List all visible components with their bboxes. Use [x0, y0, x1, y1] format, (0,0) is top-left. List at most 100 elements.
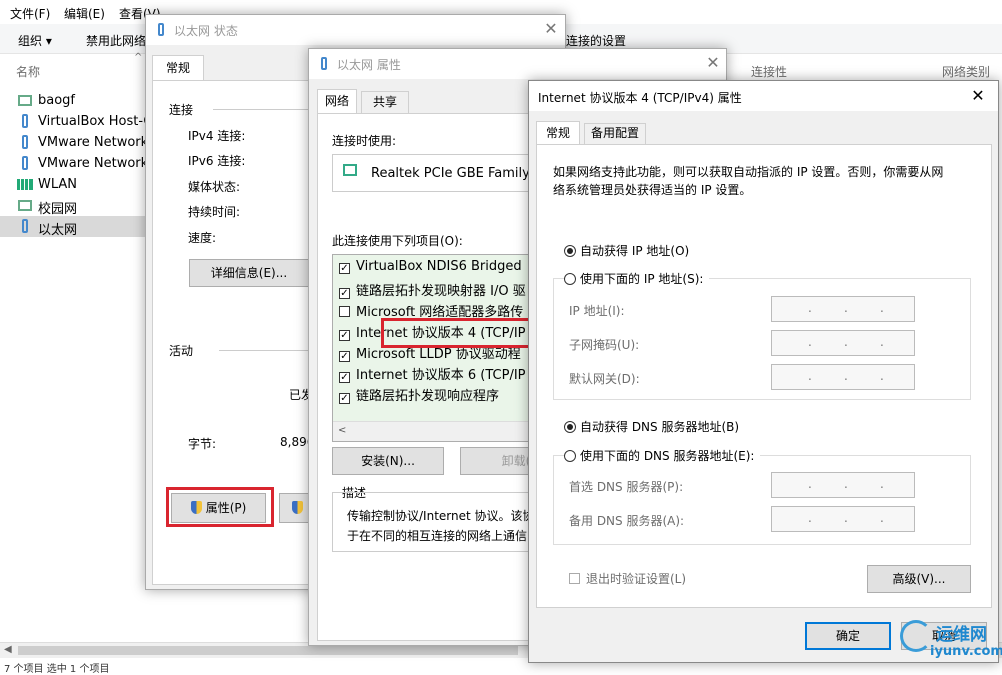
manual-dns-label: 使用下面的 DNS 服务器地址(E):	[580, 449, 755, 463]
auto-dns-label: 自动获得 DNS 服务器地址(B)	[580, 420, 740, 434]
checkbox-icon[interactable]: ✓	[339, 263, 350, 274]
list-item[interactable]: VirtualBox Host-Or	[0, 111, 159, 132]
auto-ip-label: 自动获得 IP 地址(O)	[580, 244, 690, 258]
ethernet-icon	[22, 219, 28, 233]
radio-icon[interactable]	[564, 273, 576, 285]
manual-dns-radio[interactable]: 使用下面的 DNS 服务器地址(E):	[564, 447, 761, 464]
ok-button[interactable]: 确定	[805, 622, 891, 650]
description-line: 于在不同的相互连接的网络上通信	[347, 529, 528, 543]
highlight-ipv4	[381, 318, 541, 348]
preferred-dns-field[interactable]: ...	[771, 472, 915, 498]
menu-file[interactable]: 文件(F)	[10, 5, 50, 22]
connect-using-label: 连接时使用:	[332, 134, 397, 148]
tab-general[interactable]: 常规	[536, 121, 580, 145]
list-item-selected[interactable]: 以太网	[0, 216, 150, 238]
ipv4-titlebar: Internet 协议版本 4 (TCP/IPv4) 属性 ✕	[529, 81, 998, 111]
scroll-left-icon[interactable]: ◀	[4, 644, 12, 655]
network-adapter-icon	[22, 135, 28, 149]
list-item[interactable]: WLAN	[0, 174, 150, 195]
alternate-dns-label: 备用 DNS 服务器(A):	[569, 514, 685, 528]
field-label: 持续时间:	[188, 205, 241, 219]
status-title: 以太网 状态	[174, 24, 238, 38]
list-item[interactable]: ✓ 链路层拓扑发现响应程序	[339, 385, 499, 404]
ipv4-title: Internet 协议版本 4 (TCP/IPv4) 属性	[538, 91, 742, 105]
scroll-thumb[interactable]	[18, 646, 518, 655]
list-item[interactable]: VMware Network A	[0, 132, 161, 153]
wifi-signal-icon	[17, 179, 33, 190]
items-label: 此连接使用下列项目(O):	[332, 234, 463, 248]
checkbox-icon[interactable]: ✓	[339, 288, 350, 299]
list-item[interactable]: ✓ VirtualBox NDIS6 Bridged	[339, 259, 522, 274]
close-icon[interactable]: ✕	[702, 53, 724, 72]
adapter-label: 校园网	[38, 202, 78, 217]
install-button[interactable]: 安装(N)...	[332, 447, 444, 475]
props-titlebar: 以太网 属性 ✕	[309, 49, 726, 79]
connection-settings-button[interactable]: 连接的设置	[566, 32, 626, 49]
status-bar-text: 7 个项目 选中 1 个项目	[4, 664, 110, 675]
tab-sharing[interactable]: 共享	[361, 91, 409, 113]
radio-icon[interactable]	[564, 450, 576, 462]
bytes-label: 字节:	[188, 437, 217, 451]
adapter-label: VirtualBox Host-Or	[38, 114, 160, 129]
auto-dns-radio[interactable]: 自动获得 DNS 服务器地址(B)	[564, 418, 739, 435]
item-label: 链路层拓扑发现响应程序	[356, 389, 500, 404]
close-icon[interactable]: ✕	[967, 86, 989, 105]
close-icon[interactable]: ✕	[540, 19, 562, 38]
menu-edit[interactable]: 编辑(E)	[64, 5, 105, 22]
auto-ip-radio[interactable]: 自动获得 IP 地址(O)	[564, 242, 689, 259]
item-label: 链路层拓扑发现映射器 I/O 驱	[356, 284, 526, 299]
radio-selected-icon[interactable]	[564, 421, 576, 433]
tab-networking[interactable]: 网络	[317, 89, 357, 114]
column-network-category[interactable]: 网络类别	[942, 63, 990, 80]
network-adapter-icon	[22, 114, 28, 128]
column-connectivity[interactable]: 连接性	[751, 63, 787, 80]
checkbox-icon[interactable]	[339, 306, 350, 317]
ip-address-label: IP 地址(I):	[569, 304, 625, 318]
intro-line: 络系统管理员处获得适当的 IP 设置。	[553, 183, 752, 197]
gateway-field[interactable]: ...	[771, 364, 915, 390]
checkbox-icon[interactable]: ✓	[339, 330, 350, 341]
preferred-dns-label: 首选 DNS 服务器(P):	[569, 480, 684, 494]
field-label: 媒体状态:	[188, 180, 241, 194]
details-button[interactable]: 详细信息(E)...	[189, 259, 309, 287]
adapter-name: Realtek PCIe GBE Family Co	[371, 166, 551, 181]
description-line: 传输控制协议/Internet 协议。该协	[347, 509, 535, 523]
tab-alternate-config[interactable]: 备用配置	[584, 123, 646, 144]
column-name[interactable]: 名称	[16, 63, 40, 80]
watermark-url: iyunv.com	[930, 644, 1002, 659]
subnet-mask-field[interactable]: ...	[771, 330, 915, 356]
checkbox-icon[interactable]: ✓	[339, 393, 350, 404]
status-titlebar: 以太网 状态 ✕	[146, 15, 565, 45]
manual-ip-radio[interactable]: 使用下面的 IP 地址(S):	[564, 270, 710, 287]
list-item[interactable]: baogf	[0, 90, 150, 111]
disable-device-button[interactable]: 禁用此网络	[86, 32, 146, 49]
validate-label: 退出时验证设置(L)	[586, 572, 687, 586]
connection-header: 连接	[169, 103, 194, 117]
scroll-left-icon[interactable]: <	[338, 425, 346, 436]
adapter-label: VMware Network A	[38, 156, 162, 171]
organize-button[interactable]: 组织 ▾	[18, 32, 52, 49]
checkbox-icon[interactable]: ✓	[339, 372, 350, 383]
alternate-dns-field[interactable]: ...	[771, 506, 915, 532]
item-label: Microsoft LLDP 协议驱动程	[356, 347, 521, 362]
ip-address-field[interactable]: ...	[771, 296, 915, 322]
radio-selected-icon[interactable]	[564, 245, 576, 257]
watermark-logo-icon	[900, 620, 932, 652]
checkbox-icon[interactable]: ✓	[339, 351, 350, 362]
ipv4-properties-dialog: Internet 协议版本 4 (TCP/IPv4) 属性 ✕ 常规 备用配置 …	[528, 80, 999, 663]
adapter-label: baogf	[38, 93, 76, 108]
ipv4-panel: 如果网络支持此功能，则可以获取自动指派的 IP 设置。否则，你需要从网 络系统管…	[536, 144, 992, 608]
advanced-button[interactable]: 高级(V)...	[867, 565, 971, 593]
checkbox-icon[interactable]	[569, 573, 580, 584]
watermark: 运维网 iyunv.com	[900, 618, 1002, 664]
list-item[interactable]: ✓ Internet 协议版本 6 (TCP/IP	[339, 364, 526, 383]
tab-general[interactable]: 常规	[152, 55, 204, 81]
list-item[interactable]: VMware Network A	[0, 153, 161, 174]
validate-checkbox[interactable]: 退出时验证设置(L)	[569, 570, 686, 587]
ethernet-icon	[321, 57, 327, 70]
watermark-title: 运维网	[936, 625, 987, 645]
subnet-mask-label: 子网掩码(U):	[569, 338, 640, 352]
list-item[interactable]: 校园网	[0, 195, 150, 217]
list-item[interactable]: ✓ 链路层拓扑发现映射器 I/O 驱	[339, 280, 526, 299]
adapter-label: 以太网	[38, 223, 78, 238]
